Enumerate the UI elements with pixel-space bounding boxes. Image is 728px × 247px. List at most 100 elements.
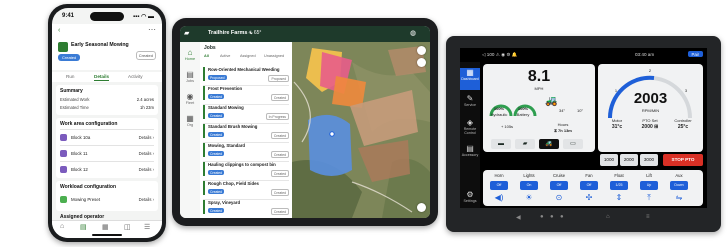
job-tag: Created (208, 189, 225, 194)
home-icon[interactable]: ⌂ (60, 223, 64, 230)
tab-activity[interactable]: Activity (128, 74, 143, 79)
speed-value: 8.1 (527, 68, 551, 85)
attachment-row: ▬ ▰ 🚜 ▭ (491, 138, 591, 150)
menu-icon[interactable]: ☰ (144, 223, 150, 231)
sidebar-item-remote[interactable]: ◈ Remote Control (460, 118, 480, 135)
details-link[interactable]: Details › (139, 167, 154, 172)
rail-label: Jobs (185, 79, 195, 83)
job-list-item[interactable]: Spray, Vineyard Created Created (203, 197, 289, 218)
control-heading: Aux (675, 173, 683, 178)
control-toggle[interactable]: Off (550, 181, 568, 190)
job-name: Row-Oriented Mechanical Weeding (208, 67, 280, 72)
layers-button[interactable] (417, 46, 426, 55)
block-icon (60, 166, 67, 173)
details-link[interactable]: Details › (139, 197, 154, 202)
settings-icon: ⚙ (466, 190, 474, 199)
tab-unassigned[interactable]: Unassigned (264, 54, 284, 58)
tab-details[interactable]: Details (94, 74, 110, 81)
rail-item-fleet[interactable]: ◉ Fleet (180, 92, 200, 105)
control-icon[interactable]: ☀ (519, 193, 539, 202)
controller-label: Controller (674, 118, 692, 123)
weather-indicator: ☀ 65° (248, 30, 262, 36)
preset-row[interactable]: Mowing Preset Details › (60, 192, 154, 207)
control-toggle[interactable]: Off (490, 181, 508, 190)
job-tag: Created (208, 94, 225, 99)
block-row[interactable]: Block 11 Details › (60, 145, 154, 161)
page-dot-icon[interactable]: ● (560, 214, 564, 220)
jobs-icon[interactable]: ▤ (80, 223, 87, 231)
back-hw-button[interactable]: ◀ (516, 214, 521, 221)
display-screen: ◁ 100 ⚠ ◉ ⚙ 🔔 03:40 am Pair ▦ Dashboard … (460, 48, 707, 208)
sidebar-item-dashboard[interactable]: ▦ Dashboard (460, 68, 480, 90)
page-dot-icon[interactable]: ● (550, 214, 554, 220)
summary-card: Summary Estimated Work 2.4 acres Estimat… (56, 85, 158, 115)
mower-icon[interactable]: ▬ (491, 139, 511, 149)
back-icon[interactable]: ‹ (58, 27, 60, 34)
sidebar-item-service[interactable]: ✎ Service (460, 94, 480, 107)
job-status: Created (270, 132, 289, 139)
block-row[interactable]: Block 12 Details › (60, 161, 154, 177)
home-hw-button[interactable]: ⌂ (606, 214, 610, 220)
control-toggle[interactable]: On (520, 181, 538, 190)
stop-pto-button[interactable]: STOP PTO (663, 154, 703, 166)
control-toggle[interactable]: Off (580, 181, 598, 190)
tractor-icon[interactable]: 🚜 (539, 139, 559, 149)
control-icon[interactable]: ⤒ (639, 193, 659, 203)
map-view[interactable] (292, 42, 430, 218)
dynamic-island (90, 12, 124, 21)
trailer-icon[interactable]: ▭ (563, 139, 583, 149)
job-tabs: All Active Assigned Unassigned (200, 54, 292, 62)
pto-1000-button[interactable]: 1000 (600, 154, 618, 166)
job-name: Hauling clippings to compost bin (208, 162, 276, 167)
vineyard-map[interactable] (292, 42, 430, 218)
tab-run[interactable]: Run (66, 74, 74, 79)
fleet-icon[interactable]: ▦ (102, 223, 109, 231)
job-status: Created (270, 208, 289, 215)
locate-button[interactable] (417, 58, 426, 67)
status-icons: ◁ 100 ⚠ ◉ ⚙ 🔔 (482, 52, 518, 57)
pair-button[interactable]: Pair (687, 51, 703, 57)
block-name: Block 10a (71, 135, 91, 140)
pto-2000-button[interactable]: 2000 (620, 154, 638, 166)
farm-selector[interactable]: Trailhire Farms ⌄ (208, 30, 254, 36)
sidebar-label: Dashboard (461, 77, 479, 81)
accessory-icon: ▤ (466, 144, 474, 153)
motor-value: 31°c (611, 124, 623, 130)
control-toggle[interactable]: Down (670, 181, 688, 190)
job-status: Created (270, 151, 289, 158)
rail-item-org[interactable]: ▦ Org (180, 114, 200, 127)
control-icon[interactable]: ⇕ (609, 193, 629, 202)
map-icon[interactable]: ◫ (124, 223, 131, 231)
summary-value: 1h 23m (140, 105, 154, 110)
control-toggle[interactable]: 1/25 (610, 181, 628, 190)
control-icon[interactable]: ◀) (489, 193, 509, 202)
profile-icon[interactable]: ◍ (410, 29, 416, 37)
menu-hw-button[interactable]: ≡ (646, 214, 650, 220)
zoom-button[interactable] (417, 203, 426, 212)
control-icon[interactable]: ⊙ (549, 193, 569, 202)
details-link[interactable]: Details › (139, 151, 154, 156)
control-heading: Cruise (552, 173, 566, 178)
sidebar-item-accessory[interactable]: ▤ Accessory (460, 144, 480, 157)
tab-active[interactable]: Active (220, 54, 230, 58)
tab-all[interactable]: All (204, 54, 209, 58)
details-link[interactable]: Details › (139, 135, 154, 140)
job-status-bar (203, 124, 205, 138)
pto-3000-button[interactable]: 3000 (640, 154, 658, 166)
tablet-device: ▰ Trailhire Farms ⌄ ☀ 65° ◍ ⌂ Home ▤ Job… (172, 18, 438, 226)
controller-value: 25°c (677, 124, 689, 130)
tab-assigned[interactable]: Assigned (240, 54, 256, 58)
rail-item-jobs[interactable]: ▤ Jobs (180, 70, 200, 83)
more-icon[interactable]: ⋯ (148, 25, 156, 34)
control-toggle[interactable]: Up (640, 181, 658, 190)
page-dot-icon[interactable]: ● (540, 214, 544, 220)
hydraulic-value: 100% (493, 106, 505, 111)
control-icon[interactable]: ✣ (579, 193, 599, 202)
hours-label: Hours (557, 122, 569, 127)
sprayer-icon[interactable]: ▰ (515, 139, 535, 149)
control-icon[interactable]: ⇋ (669, 193, 689, 202)
job-tag: Created (208, 113, 225, 118)
rail-item-home[interactable]: ⌂ Home (180, 48, 200, 61)
block-row[interactable]: Block 10a Details › (60, 129, 154, 145)
sidebar-item-settings[interactable]: ⚙ Settings (460, 190, 480, 203)
